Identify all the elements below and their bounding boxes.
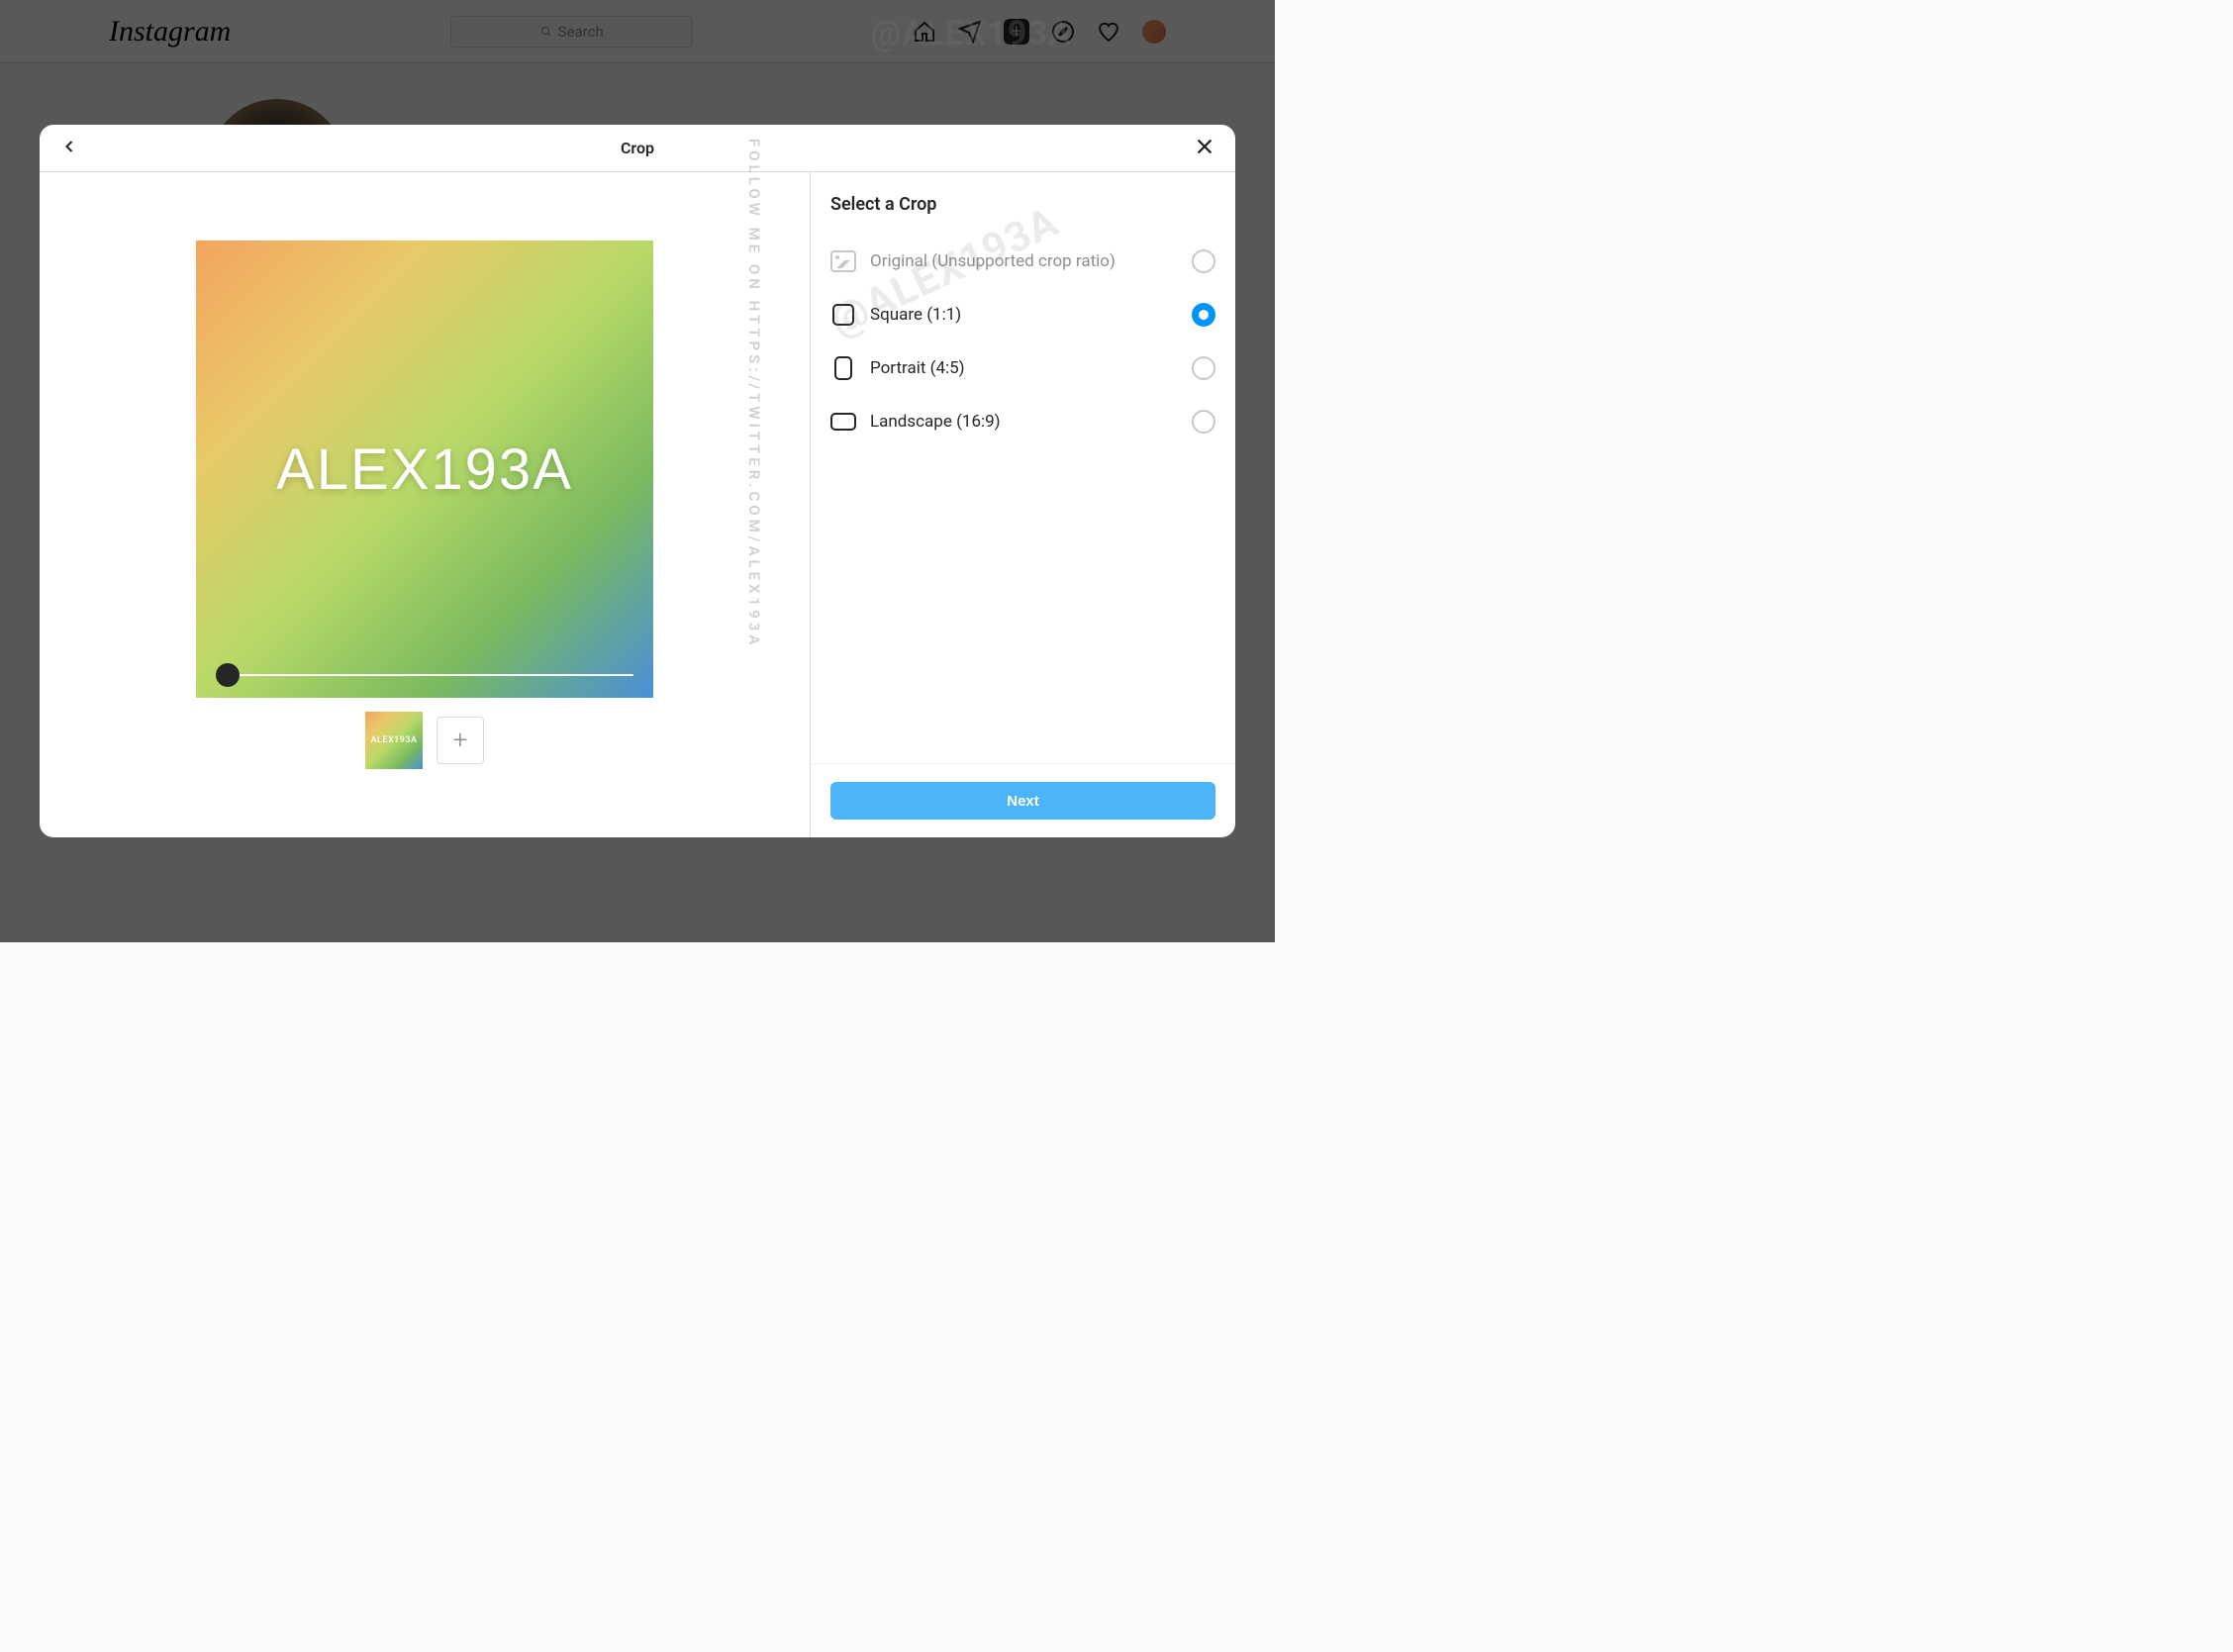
plus-icon: + [453,726,468,755]
radio-button[interactable] [1192,303,1215,327]
radio-button [1192,249,1215,273]
crop-sidebar: Select a Crop Original (Unsupported crop… [810,172,1235,837]
thumbnails-row: ALEX193A + [365,712,484,769]
original-ratio-icon [830,248,856,274]
preview-overlay-text: ALEX193A [276,437,573,503]
modal-body: ALEX193A ALEX193A + Select a Crop [40,172,1235,837]
preview-area: ALEX193A ALEX193A + [40,172,810,837]
modal-header: Crop [40,125,1235,172]
crop-option-label: Landscape (16:9) [870,412,1178,432]
modal-title: Crop [621,139,654,157]
crop-option-label: Portrait (4:5) [870,358,1178,378]
crop-preview[interactable]: ALEX193A [196,241,653,698]
portrait-ratio-icon [830,355,856,381]
watermark-side: FOLLOW ME ON HTTPS://TWITTER.COM/ALEX193… [745,139,763,648]
landscape-ratio-icon [830,409,856,435]
sidebar-footer: Next [811,763,1235,837]
radio-button[interactable] [1192,410,1215,434]
chevron-left-icon [59,137,79,156]
zoom-slider[interactable] [216,674,633,676]
crop-option-portrait[interactable]: Portrait (4:5) [830,341,1215,395]
zoom-slider-thumb[interactable] [216,663,240,687]
back-button[interactable] [55,133,83,164]
close-icon [1194,136,1215,157]
watermark-top: @ALEX193A [871,14,1072,53]
add-image-button[interactable]: + [437,717,484,764]
image-thumbnail[interactable]: ALEX193A [365,712,423,769]
close-button[interactable] [1190,132,1219,165]
next-button[interactable]: Next [830,782,1215,820]
radio-button[interactable] [1192,356,1215,380]
crop-option-landscape[interactable]: Landscape (16:9) [830,395,1215,448]
